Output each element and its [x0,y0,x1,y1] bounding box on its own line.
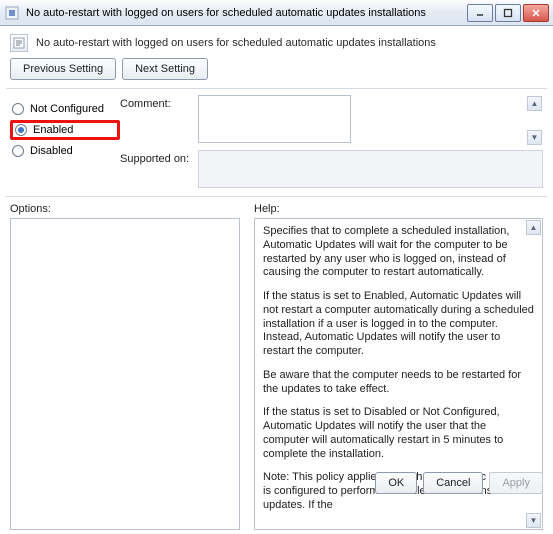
policy-icon [10,34,28,52]
previous-setting-button[interactable]: Previous Setting [10,58,116,80]
maximize-button[interactable] [495,4,521,22]
options-box [10,218,240,530]
apply-button[interactable]: Apply [489,472,543,494]
cancel-button[interactable]: Cancel [423,472,483,494]
radio-label: Not Configured [30,103,104,115]
radio-label: Enabled [33,124,73,136]
state-radios: Not Configured Enabled Disabled [10,95,120,192]
next-setting-button[interactable]: Next Setting [122,58,208,80]
supported-label: Supported on: [120,150,198,188]
app-icon [4,5,20,21]
help-paragraph: Be aware that the computer needs to be r… [263,369,534,397]
scroll-down-icon[interactable]: ▼ [527,130,542,145]
supported-row: Supported on: [120,150,543,188]
upper-area: Not Configured Enabled Disabled Comment:… [0,89,553,196]
radio-dot-icon [15,124,27,136]
comment-column: Comment: ▲ ▼ Supported on: [120,95,543,192]
scroll-down-icon[interactable]: ▼ [526,513,541,528]
policy-header: No auto-restart with logged on users for… [0,26,553,58]
radio-enabled[interactable]: Enabled [10,120,120,140]
options-label: Options: [10,203,240,215]
help-label: Help: [254,203,543,215]
nav-row: Previous Setting Next Setting [0,58,553,88]
scroll-up-icon[interactable]: ▲ [526,220,541,235]
help-paragraph: If the status is set to Enabled, Automat… [263,290,534,359]
radio-dot-icon [12,103,24,115]
ok-button[interactable]: OK [375,472,417,494]
comment-label: Comment: [120,95,198,146]
footer-buttons: OK Cancel Apply [375,472,543,494]
help-paragraph: If the status is set to Disabled or Not … [263,406,534,461]
window-controls [465,4,549,22]
radio-label: Disabled [30,145,73,157]
policy-name: No auto-restart with logged on users for… [36,37,436,49]
comment-textarea[interactable] [198,95,351,143]
comment-row: Comment: ▲ ▼ [120,95,543,146]
supported-box [198,150,543,188]
options-pane: Options: [10,203,240,530]
help-paragraph: Specifies that to complete a scheduled i… [263,225,534,280]
titlebar: No auto-restart with logged on users for… [0,0,553,26]
radio-dot-icon [12,145,24,157]
close-button[interactable] [523,4,549,22]
scroll-up-icon[interactable]: ▲ [527,96,542,111]
window-title: No auto-restart with logged on users for… [26,7,465,19]
radio-not-configured[interactable]: Not Configured [10,99,120,119]
minimize-button[interactable] [467,4,493,22]
radio-disabled[interactable]: Disabled [10,141,120,161]
